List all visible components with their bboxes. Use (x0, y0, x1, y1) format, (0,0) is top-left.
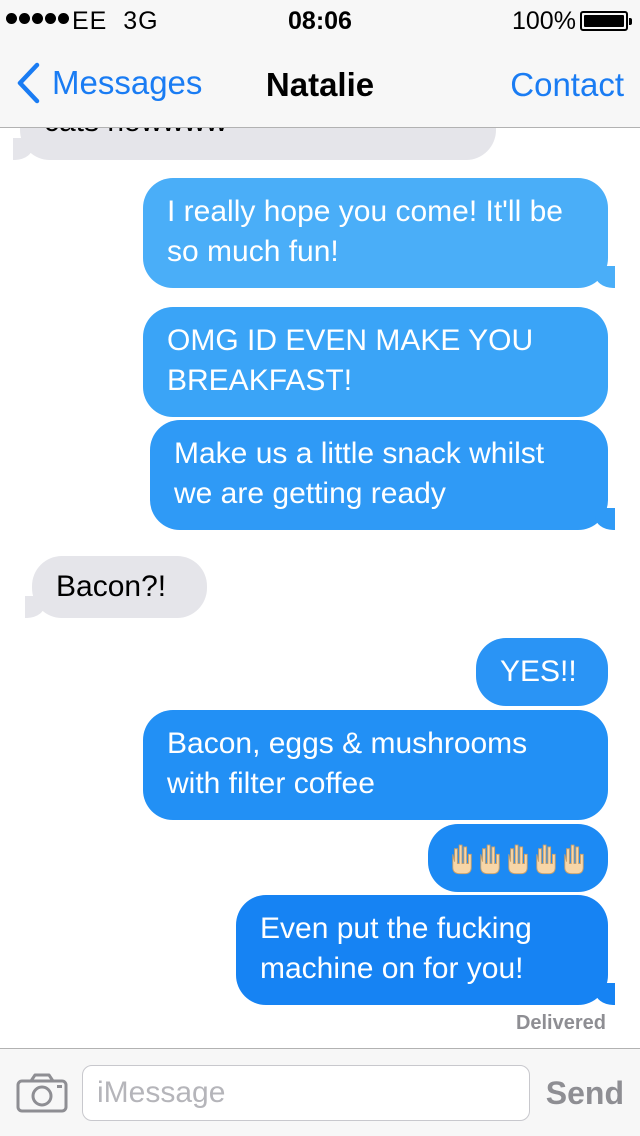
message-text: Make us a little snack whilst we are get… (174, 437, 545, 510)
message-text: I really hope you come! It'll be so much… (167, 195, 563, 268)
back-button[interactable]: Messages (16, 62, 202, 104)
raised-hands-icon (452, 844, 472, 875)
raised-hands-emoji (450, 838, 586, 876)
camera-icon (16, 1073, 68, 1113)
contact-button[interactable]: Contact (510, 66, 624, 104)
message-bubble-outgoing[interactable]: Bacon, eggs & mushrooms with filter coff… (143, 710, 608, 820)
message-bubble-outgoing[interactable]: Even put the fucking machine on for you! (236, 895, 615, 1005)
message-text: Even put the fucking machine on for you! (260, 912, 532, 985)
message-text: YES!! (500, 655, 577, 688)
camera-button[interactable] (16, 1073, 68, 1113)
message-text: Bacon, eggs & mushrooms with filter coff… (167, 727, 528, 800)
message-bubble-outgoing[interactable]: OMG ID EVEN MAKE YOU BREAKFAST! (143, 307, 608, 417)
send-button[interactable]: Send (546, 1075, 624, 1112)
bubble-tail (595, 266, 615, 288)
raised-hands-icon (564, 844, 584, 875)
message-bubble-outgoing[interactable]: YES!! (476, 638, 608, 706)
message-bubble-incoming[interactable]: cats nowwww (13, 128, 496, 160)
message-text: cats nowwww (44, 128, 227, 138)
message-input[interactable] (82, 1065, 530, 1121)
chevron-left-icon (17, 62, 40, 104)
message-thread[interactable]: cats nowwww I really hope you come! It'l… (0, 128, 640, 1048)
message-bubble-outgoing[interactable]: I really hope you come! It'll be so much… (143, 178, 615, 288)
bubble-tail (25, 596, 45, 618)
status-bar: EE 3G 08:06 100% (0, 0, 640, 40)
battery-icon (580, 11, 632, 31)
bubble-tail (13, 138, 33, 160)
message-bubble-outgoing-emoji[interactable] (428, 824, 608, 892)
delivery-status: Delivered (515, 1012, 606, 1034)
back-button-label: Messages (52, 64, 203, 101)
message-bubble-incoming[interactable]: Bacon?! (25, 556, 207, 618)
message-bubble-outgoing[interactable]: Make us a little snack whilst we are get… (150, 420, 615, 530)
message-text: OMG ID EVEN MAKE YOU BREAKFAST! (167, 324, 534, 397)
raised-hands-icon (480, 844, 500, 875)
message-input-bar: Send (0, 1048, 640, 1136)
message-text: Bacon?! (56, 570, 167, 603)
raised-hands-icon (508, 844, 528, 875)
bubble-tail (595, 508, 615, 530)
raised-hands-icon (536, 844, 556, 875)
navigation-bar: Messages Natalie Contact (0, 40, 640, 128)
bubble-tail (595, 983, 615, 1005)
battery-percent: 100% (512, 7, 576, 35)
